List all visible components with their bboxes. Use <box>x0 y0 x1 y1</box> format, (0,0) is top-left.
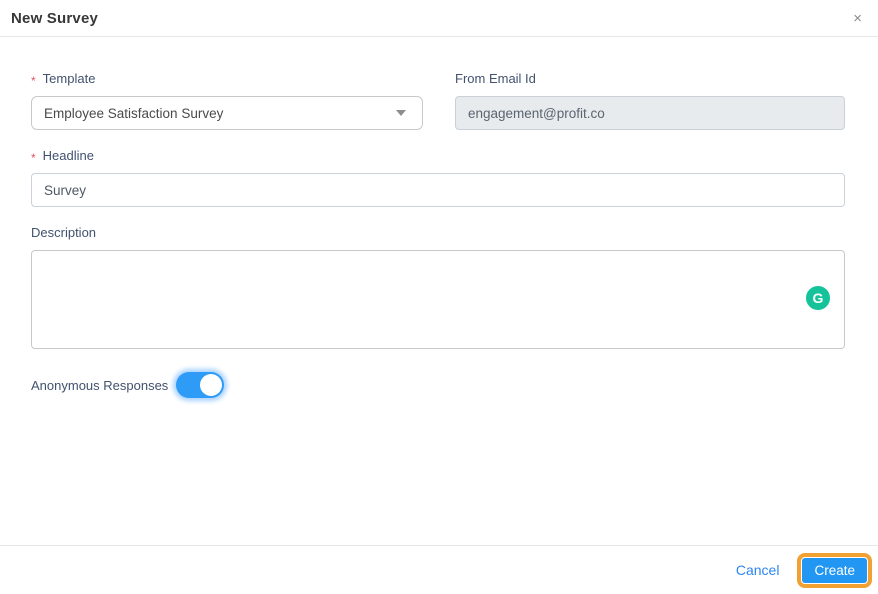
grammarly-letter: G <box>812 290 824 306</box>
template-select[interactable]: Employee Satisfaction Survey <box>31 96 423 130</box>
toggle-knob <box>200 374 223 396</box>
close-icon[interactable]: × <box>849 9 866 28</box>
description-field-group: Description G <box>31 225 845 354</box>
grammarly-icon[interactable]: G <box>806 286 830 310</box>
description-textarea-wrap: G <box>31 250 845 354</box>
template-email-row: * Template Employee Satisfaction Survey … <box>31 71 845 130</box>
cancel-button[interactable]: Cancel <box>736 562 780 578</box>
new-survey-dialog: New Survey × * Template Employee Satisfa… <box>0 0 878 594</box>
template-selected-value: Employee Satisfaction Survey <box>44 105 224 121</box>
from-email-input <box>455 96 845 130</box>
anonymous-responses-toggle[interactable] <box>176 372 225 398</box>
create-button[interactable]: Create <box>797 552 872 588</box>
required-asterisk: * <box>31 150 36 165</box>
anonymous-responses-label: Anonymous Responses <box>31 378 168 393</box>
headline-input[interactable] <box>31 173 845 207</box>
template-label: * Template <box>31 71 423 88</box>
from-email-label-text: From Email Id <box>455 71 536 86</box>
template-field-group: * Template Employee Satisfaction Survey <box>31 71 423 130</box>
description-label-text: Description <box>31 225 97 240</box>
headline-label-text: Headline <box>42 148 94 163</box>
from-email-field-group: From Email Id <box>455 71 845 130</box>
dialog-footer: Cancel Create <box>0 545 878 594</box>
required-asterisk: * <box>31 73 36 88</box>
dialog-header: New Survey × <box>0 0 878 37</box>
dialog-body: * Template Employee Satisfaction Survey … <box>0 37 878 545</box>
from-email-label: From Email Id <box>455 71 845 86</box>
headline-label: * Headline <box>31 148 845 165</box>
headline-field-group: * Headline <box>31 148 845 207</box>
chevron-down-icon <box>396 110 406 116</box>
anonymous-responses-row: Anonymous Responses <box>31 372 845 398</box>
description-textarea[interactable] <box>31 250 845 349</box>
template-label-text: Template <box>42 71 96 86</box>
anonymous-responses-label-text: Anonymous Responses <box>31 377 169 393</box>
description-label: Description <box>31 225 845 240</box>
dialog-title: New Survey <box>11 9 99 27</box>
